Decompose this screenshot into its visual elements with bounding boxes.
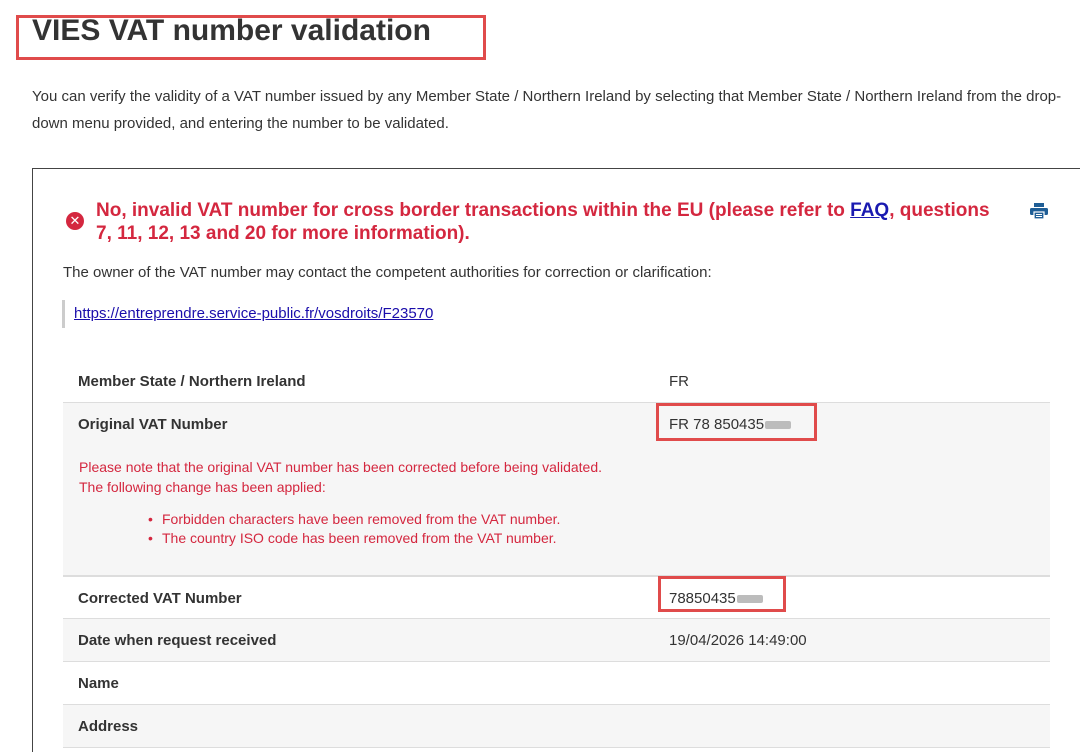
error-circle-icon: ✕ (66, 212, 84, 230)
print-icon[interactable] (1030, 203, 1048, 219)
name-row: Name (63, 662, 1050, 705)
correction-warning-line2: The following change has been applied: (79, 479, 326, 495)
member-state-value: FR (669, 373, 689, 390)
list-item: The country ISO code has been removed fr… (148, 529, 560, 548)
member-state-label: Member State / Northern Ireland (78, 373, 306, 390)
result-message-start: No, invalid VAT number for cross border … (96, 200, 851, 221)
address-row: Address (63, 705, 1050, 748)
authority-link-block: https://entreprendre.service-public.fr/v… (62, 300, 433, 328)
original-vat-row: Original VAT Number FR 78 850435 Please … (63, 403, 1050, 576)
annotation-highlight-corrected-vat (658, 576, 786, 612)
correction-warning: Please note that the original VAT number… (79, 457, 602, 497)
corrected-vat-label: Corrected VAT Number (78, 590, 242, 607)
date-label: Date when request received (78, 632, 277, 649)
date-row: Date when request received 19/04/2026 14… (63, 619, 1050, 662)
address-label: Address (78, 718, 139, 735)
annotation-highlight-original-vat (656, 403, 817, 441)
member-state-row: Member State / Northern Ireland FR (63, 360, 1050, 403)
faq-link[interactable]: FAQ (850, 200, 889, 221)
authority-link[interactable]: https://entreprendre.service-public.fr/v… (74, 305, 433, 322)
date-value: 19/04/2026 14:49:00 (669, 632, 807, 649)
name-label: Name (78, 675, 119, 692)
corrected-vat-row: Corrected VAT Number 78850435 (63, 576, 1050, 619)
result-message: No, invalid VAT number for cross border … (96, 199, 996, 245)
intro-text: You can verify the validity of a VAT num… (32, 88, 1062, 132)
correction-warning-line1: Please note that the original VAT number… (79, 459, 603, 475)
owner-note: The owner of the VAT number may contact … (63, 264, 712, 281)
change-list: Forbidden characters have been removed f… (148, 510, 560, 548)
vies-page: VIES VAT number validation You can verif… (0, 0, 1080, 752)
original-vat-label: Original VAT Number (78, 416, 228, 433)
list-item: Forbidden characters have been removed f… (148, 510, 560, 529)
annotation-highlight-title (16, 15, 486, 60)
